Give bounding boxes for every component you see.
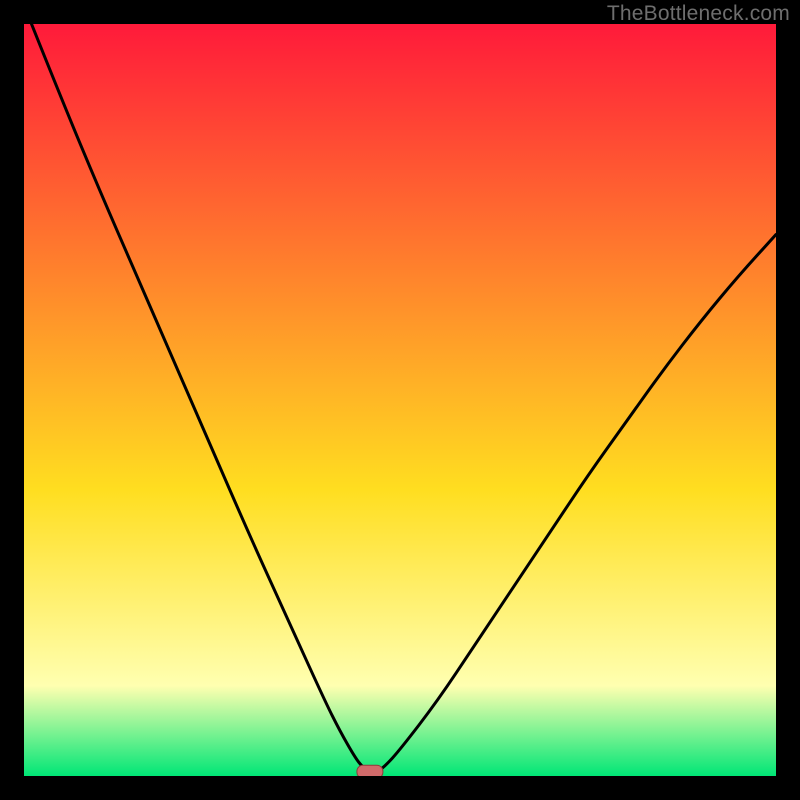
chart-svg <box>24 24 776 776</box>
watermark-text: TheBottleneck.com <box>607 2 790 26</box>
minimum-marker <box>357 765 383 776</box>
gradient-background <box>24 24 776 776</box>
chart-frame: TheBottleneck.com <box>0 0 800 800</box>
plot-area <box>24 24 776 776</box>
